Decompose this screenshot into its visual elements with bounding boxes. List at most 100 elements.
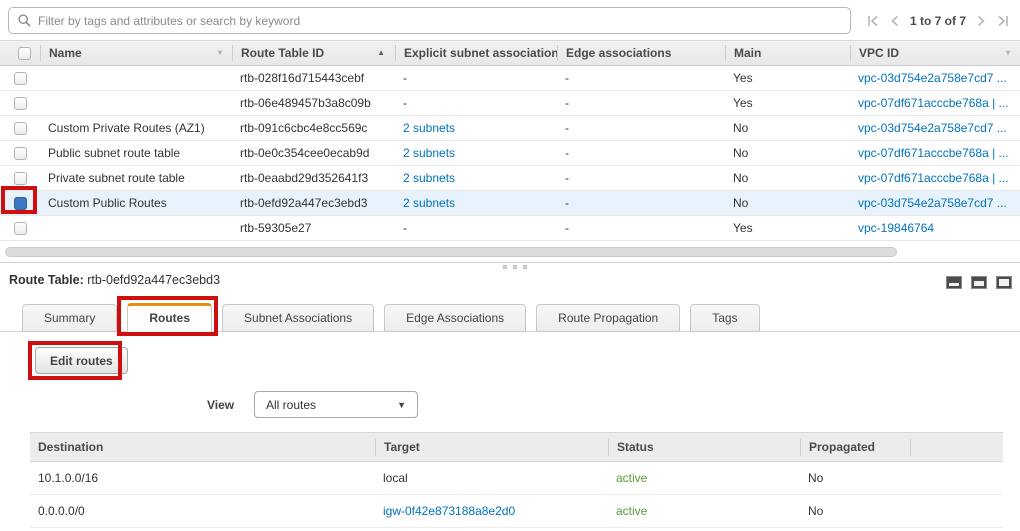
target-link[interactable]: igw-0f42e873188a8e2d0 xyxy=(383,504,515,518)
cell-vpc-id: vpc-07df671acccbe768a | ... xyxy=(850,171,1020,185)
cell-name: Public subnet route table xyxy=(40,146,232,160)
routes-column-propagated: Propagated xyxy=(800,439,910,456)
routes-column-target: Target xyxy=(375,439,608,456)
cell-edge-associations: - xyxy=(557,221,725,235)
table-row[interactable]: rtb-06e489457b3a8c09b--Yesvpc-07df671acc… xyxy=(0,91,1020,116)
vpc-link[interactable]: vpc-07df671acccbe768a | ... xyxy=(858,96,1009,110)
table-row[interactable]: rtb-59305e27--Yesvpc-19846764 xyxy=(0,216,1020,241)
grid-body: rtb-028f16d715443cebf--Yesvpc-03d754e2a7… xyxy=(0,66,1020,241)
tab-route-propagation[interactable]: Route Propagation xyxy=(536,304,680,332)
detail-title-label: Route Table: xyxy=(9,273,84,287)
tab-summary[interactable]: Summary xyxy=(22,304,117,332)
pane-layout-large-icon[interactable] xyxy=(996,276,1012,289)
pane-layout-small-icon[interactable] xyxy=(946,276,962,289)
cell-route-table-id: rtb-06e489457b3a8c09b xyxy=(232,96,395,110)
vpc-link[interactable]: vpc-03d754e2a758e7cd7 ... xyxy=(858,121,1007,135)
routes-column-status: Status xyxy=(608,439,800,456)
subnets-link[interactable]: 2 subnets xyxy=(403,146,455,160)
routes-column-destination: Destination xyxy=(30,439,375,456)
cell-route-table-id: rtb-0efd92a447ec3ebd3 xyxy=(232,196,395,210)
select-all-cell xyxy=(0,45,40,61)
first-page-icon[interactable] xyxy=(866,15,879,27)
row-checkbox[interactable] xyxy=(14,147,27,160)
cell-name: Custom Private Routes (AZ1) xyxy=(40,121,232,135)
table-row[interactable]: rtb-028f16d715443cebf--Yesvpc-03d754e2a7… xyxy=(0,66,1020,91)
routes-body: 10.1.0.0/16localactiveNo 0.0.0.0/0 igw-0f4… xyxy=(30,462,1003,528)
last-page-icon[interactable] xyxy=(997,15,1010,27)
cell-explicit-subnet-association: - xyxy=(395,96,557,110)
pane-resize-handle[interactable] xyxy=(503,265,527,269)
column-header-edge-associations[interactable]: Edge associations xyxy=(557,45,725,61)
cell-vpc-id: vpc-03d754e2a758e7cd7 ... xyxy=(850,121,1020,135)
cell-edge-associations: - xyxy=(557,96,725,110)
subnets-link[interactable]: 2 subnets xyxy=(403,196,455,210)
table-row[interactable]: Public subnet route tablertb-0e0c354cee0… xyxy=(0,141,1020,166)
horizontal-scrollbar[interactable] xyxy=(5,247,897,257)
route-status: active xyxy=(608,504,800,518)
cell-main: Yes xyxy=(725,71,850,85)
cell-route-table-id: rtb-0e0c354cee0ecab9d xyxy=(232,146,395,160)
table-row[interactable]: Private subnet route tablertb-0eaabd29d3… xyxy=(0,166,1020,191)
cell-route-table-id: rtb-028f16d715443cebf xyxy=(232,71,395,85)
cell-explicit-subnet-association: - xyxy=(395,221,557,235)
cell-edge-associations: - xyxy=(557,196,725,210)
route-tables-console: 1 to 7 of 7 Name▾ Route Table ID▲ Explic… xyxy=(0,0,1020,531)
cell-route-table-id: rtb-59305e27 xyxy=(232,221,395,235)
filter-input[interactable] xyxy=(38,14,841,28)
cell-main: Yes xyxy=(725,96,850,110)
vpc-link[interactable]: vpc-07df671acccbe768a | ... xyxy=(858,146,1009,160)
column-header-explicit-subnet-association[interactable]: Explicit subnet association xyxy=(395,45,557,61)
row-checkbox[interactable] xyxy=(14,122,27,135)
route-destination: 0.0.0.0/0 xyxy=(30,504,375,518)
table-row[interactable]: Custom Public Routesrtb-0efd92a447ec3ebd… xyxy=(0,191,1020,216)
previous-page-icon[interactable] xyxy=(890,15,899,27)
tab-edge-associations[interactable]: Edge Associations xyxy=(384,304,526,332)
row-checkbox[interactable] xyxy=(14,72,27,85)
tab-routes[interactable]: Routes xyxy=(127,303,212,332)
edit-routes-button[interactable]: Edit routes xyxy=(35,347,128,374)
row-checkbox-cell xyxy=(0,147,40,160)
filter-bar xyxy=(8,7,851,34)
cell-vpc-id: vpc-03d754e2a758e7cd7 ... xyxy=(850,71,1020,85)
vpc-link[interactable]: vpc-03d754e2a758e7cd7 ... xyxy=(858,71,1007,85)
view-label: View xyxy=(207,398,234,412)
row-checkbox-cell xyxy=(0,222,40,235)
cell-main: No xyxy=(725,171,850,185)
cell-vpc-id: vpc-07df671acccbe768a | ... xyxy=(850,146,1020,160)
row-checkbox-cell xyxy=(0,197,40,210)
routes-table: Destination Target Status Propagated 10.… xyxy=(30,432,1003,528)
subnets-link[interactable]: 2 subnets xyxy=(403,171,455,185)
row-checkbox[interactable] xyxy=(14,197,27,210)
route-tables-grid: Name▾ Route Table ID▲ Explicit subnet as… xyxy=(0,40,1020,241)
cell-vpc-id: vpc-07df671acccbe768a | ... xyxy=(850,96,1020,110)
subnets-link[interactable]: 2 subnets xyxy=(403,121,455,135)
column-header-route-table-id[interactable]: Route Table ID▲ xyxy=(232,45,395,61)
column-header-main[interactable]: Main xyxy=(725,45,850,61)
vpc-link[interactable]: vpc-07df671acccbe768a | ... xyxy=(858,171,1009,185)
pane-layout-half-icon[interactable] xyxy=(971,276,987,289)
route-row: 0.0.0.0/0igw-0f42e873188a8e2d0activeNo xyxy=(30,495,1003,528)
detail-panel-title: Route Table: rtb-0efd92a447ec3ebd3 xyxy=(9,273,220,287)
tab-subnet-associations[interactable]: Subnet Associations xyxy=(222,304,374,332)
tab-tags[interactable]: Tags xyxy=(690,304,759,332)
row-checkbox[interactable] xyxy=(14,222,27,235)
cell-explicit-subnet-association: 2 subnets xyxy=(395,121,557,135)
routes-column-blank xyxy=(910,439,1003,456)
row-checkbox-cell xyxy=(0,172,40,185)
vpc-link[interactable]: vpc-03d754e2a758e7cd7 ... xyxy=(858,196,1007,210)
table-row[interactable]: Custom Private Routes (AZ1)rtb-091c6cbc4… xyxy=(0,116,1020,141)
detail-tabs: Summary Routes Subnet Associations Edge Ass… xyxy=(0,303,1020,332)
row-checkbox[interactable] xyxy=(14,97,27,110)
detail-title-id: rtb-0efd92a447ec3ebd3 xyxy=(87,273,220,287)
column-header-name[interactable]: Name▾ xyxy=(40,45,232,61)
select-all-checkbox[interactable] xyxy=(18,47,31,60)
vpc-link[interactable]: vpc-19846764 xyxy=(858,221,934,235)
route-row: 10.1.0.0/16localactiveNo xyxy=(30,462,1003,495)
cell-main: Yes xyxy=(725,221,850,235)
column-header-vpc-id[interactable]: VPC ID▾ xyxy=(850,45,1020,61)
view-dropdown[interactable]: All routes ▼ xyxy=(254,391,418,418)
row-checkbox[interactable] xyxy=(14,172,27,185)
status-value: active xyxy=(616,471,647,485)
cell-name: Private subnet route table xyxy=(40,171,232,185)
next-page-icon[interactable] xyxy=(977,15,986,27)
